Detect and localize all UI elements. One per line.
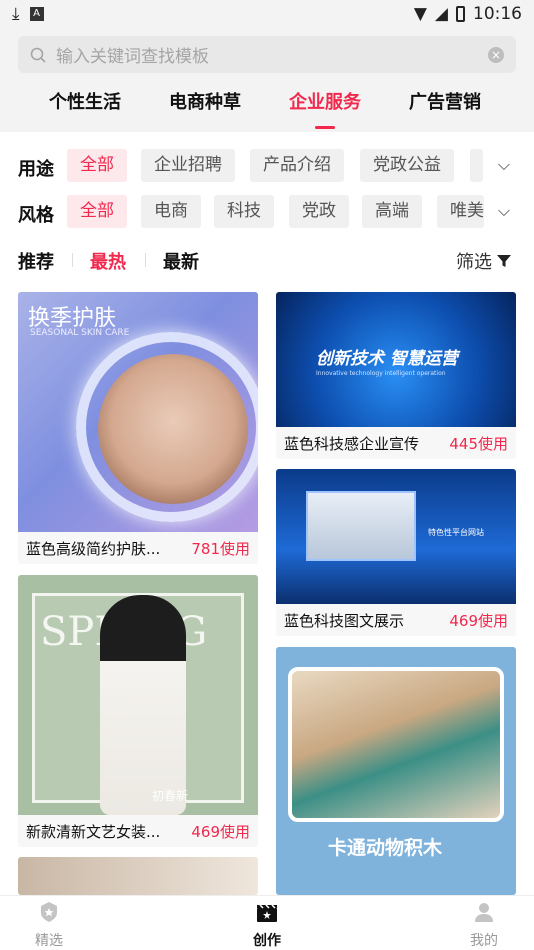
thumbnail-subtitle: 初春新 bbox=[152, 789, 189, 803]
signal-icon: ◢ bbox=[434, 4, 448, 24]
status-bar: ⤓ A ▼ ◢ 10:16 bbox=[0, 0, 534, 28]
search-icon bbox=[30, 47, 46, 63]
chip-use-public[interactable]: 党政公益 bbox=[360, 149, 454, 182]
nav-create[interactable]: 创作 bbox=[237, 900, 297, 950]
clapperboard-icon bbox=[257, 904, 277, 922]
chip-style-party[interactable]: 党政 bbox=[289, 195, 349, 228]
chevron-down-icon[interactable]: ⌵ bbox=[498, 201, 510, 221]
funnel-icon bbox=[497, 255, 511, 267]
nav-label: 创作 bbox=[253, 933, 281, 949]
clear-icon[interactable]: × bbox=[488, 46, 504, 63]
sort-bar: 推荐 最热 最新 筛选 bbox=[0, 246, 534, 276]
download-icon: ⤓ bbox=[12, 4, 20, 24]
chip-use-all[interactable]: 全部 bbox=[67, 149, 127, 182]
search-box[interactable]: 输入关键词查找模板 × bbox=[18, 36, 516, 73]
filter-label-use: 用途 bbox=[18, 159, 54, 180]
thumbnail-title: 特色性平台网站 bbox=[428, 528, 484, 537]
template-thumbnail: SPRING 初春新 bbox=[18, 575, 258, 815]
nav-mine[interactable]: 我的 bbox=[454, 900, 514, 950]
filter-label-style: 风格 bbox=[18, 205, 54, 226]
chip-style-premium[interactable]: 高端 bbox=[362, 195, 422, 228]
search-placeholder: 输入关键词查找模板 bbox=[56, 47, 209, 67]
filter-button[interactable]: 筛选 bbox=[456, 248, 512, 274]
chip-style-ecommerce[interactable]: 电商 bbox=[141, 195, 201, 228]
thumbnail-subtitle: SEASONAL SKIN CARE bbox=[30, 328, 130, 338]
template-card[interactable]: 特色性平台网站 蓝色科技图文展示 469使用 bbox=[276, 469, 516, 636]
chip-use-more[interactable] bbox=[470, 149, 483, 182]
template-title: 蓝色科技图文展示 bbox=[284, 611, 405, 630]
template-thumbnail: 特色性平台网站 bbox=[276, 469, 516, 604]
nav-label: 精选 bbox=[35, 933, 63, 949]
usage-count: 469使用 bbox=[449, 611, 508, 630]
template-card[interactable]: 创新技术 智慧运营 Innovative technology intellig… bbox=[276, 292, 516, 459]
thumbnail-subtitle: Innovative technology intelligent operat… bbox=[316, 370, 446, 377]
usage-count: 469使用 bbox=[191, 822, 250, 841]
template-card[interactable]: SPRING 初春新 新款清新文艺女装... 469使用 bbox=[18, 575, 258, 847]
thumbnail-title: 创新技术 智慧运营 bbox=[316, 349, 458, 369]
sort-divider bbox=[145, 253, 146, 267]
thumbnail-title: 卡通动物积木 bbox=[328, 837, 443, 859]
tab-enterprise[interactable]: 企业服务 bbox=[289, 88, 361, 114]
template-thumbnail: 卡通动物积木 bbox=[276, 647, 516, 895]
filter-label: 筛选 bbox=[456, 252, 492, 273]
user-icon bbox=[475, 903, 493, 922]
sort-newest[interactable]: 最新 bbox=[163, 248, 199, 274]
filter-row-style: 风格 全部 电商 科技 党政 高端 唯美 ⌵ bbox=[0, 195, 534, 229]
category-tabs: 个性生活 电商种草 企业服务 广告营销 bbox=[0, 88, 534, 128]
tab-lifestyle[interactable]: 个性生活 bbox=[49, 88, 121, 114]
template-thumbnail: 创新技术 智慧运营 Innovative technology intellig… bbox=[276, 292, 516, 427]
template-title: 新款清新文艺女装... bbox=[26, 822, 161, 841]
status-time: 10:16 bbox=[473, 4, 522, 24]
usage-count: 781使用 bbox=[191, 539, 250, 558]
chevron-down-icon[interactable]: ⌵ bbox=[498, 155, 510, 175]
sort-hot[interactable]: 最热 bbox=[90, 248, 126, 274]
tab-advertising[interactable]: 广告营销 bbox=[409, 88, 481, 114]
filter-row-use: 用途 全部 企业招聘 产品介绍 党政公益 ⌵ bbox=[0, 149, 534, 183]
wifi-icon: ▼ bbox=[413, 4, 427, 24]
tab-ecommerce[interactable]: 电商种草 bbox=[169, 88, 241, 114]
active-tab-indicator bbox=[315, 126, 335, 129]
nav-featured[interactable]: 精选 bbox=[19, 900, 79, 950]
bottom-navigation: 精选 创作 我的 bbox=[0, 895, 534, 950]
template-title: 蓝色高级简约护肤... bbox=[26, 539, 161, 558]
chip-use-recruit[interactable]: 企业招聘 bbox=[141, 149, 235, 182]
battery-icon bbox=[456, 6, 465, 22]
template-thumbnail: 换季护肤 SEASONAL SKIN CARE bbox=[18, 292, 258, 532]
nav-label: 我的 bbox=[470, 933, 498, 949]
template-thumbnail bbox=[18, 857, 258, 895]
chip-style-tech[interactable]: 科技 bbox=[214, 195, 274, 228]
chip-style-beauty[interactable]: 唯美 bbox=[437, 195, 484, 228]
template-card[interactable]: 卡通动物积木 bbox=[276, 647, 516, 895]
notification-a-icon: A bbox=[29, 7, 44, 21]
star-badge-icon bbox=[41, 902, 57, 922]
template-card[interactable] bbox=[18, 857, 258, 895]
sort-divider bbox=[72, 253, 73, 267]
sort-recommend[interactable]: 推荐 bbox=[18, 248, 54, 274]
usage-count: 445使用 bbox=[449, 434, 508, 453]
template-title: 蓝色科技感企业宣传 bbox=[284, 434, 420, 453]
chip-style-all[interactable]: 全部 bbox=[67, 195, 127, 228]
chip-use-product[interactable]: 产品介绍 bbox=[250, 149, 344, 182]
template-card[interactable]: 换季护肤 SEASONAL SKIN CARE 蓝色高级简约护肤... 781使… bbox=[18, 292, 258, 564]
